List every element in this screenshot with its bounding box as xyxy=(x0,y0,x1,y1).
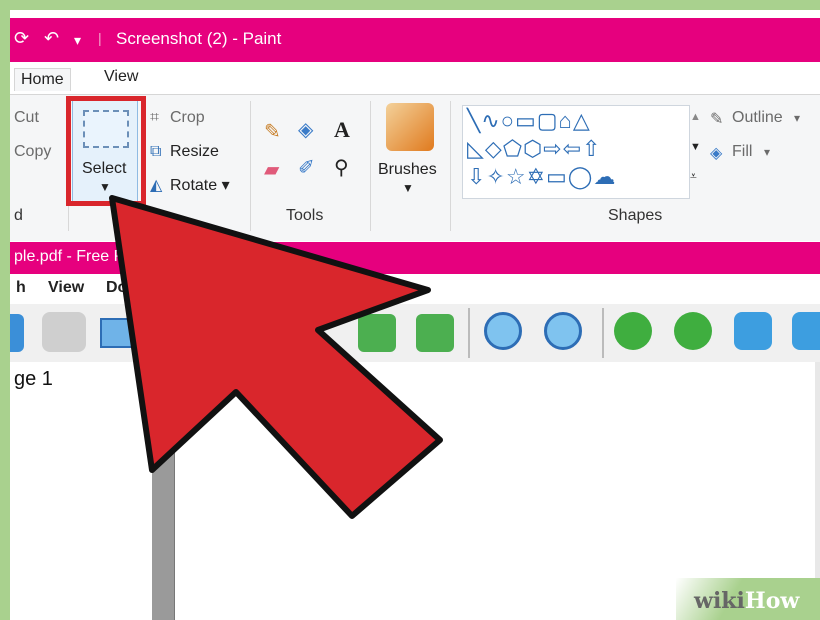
wikihow-watermark: wikiHow xyxy=(694,588,799,614)
screenshot-frame: ⟳ ↶ ▾ | Screenshot (2) - Paint Home View… xyxy=(0,0,820,620)
pointer-arrow xyxy=(109,195,443,519)
red-arrow-shape xyxy=(109,195,443,519)
watermark-how: How xyxy=(744,588,800,614)
watermark-wiki: wiki xyxy=(694,588,745,614)
